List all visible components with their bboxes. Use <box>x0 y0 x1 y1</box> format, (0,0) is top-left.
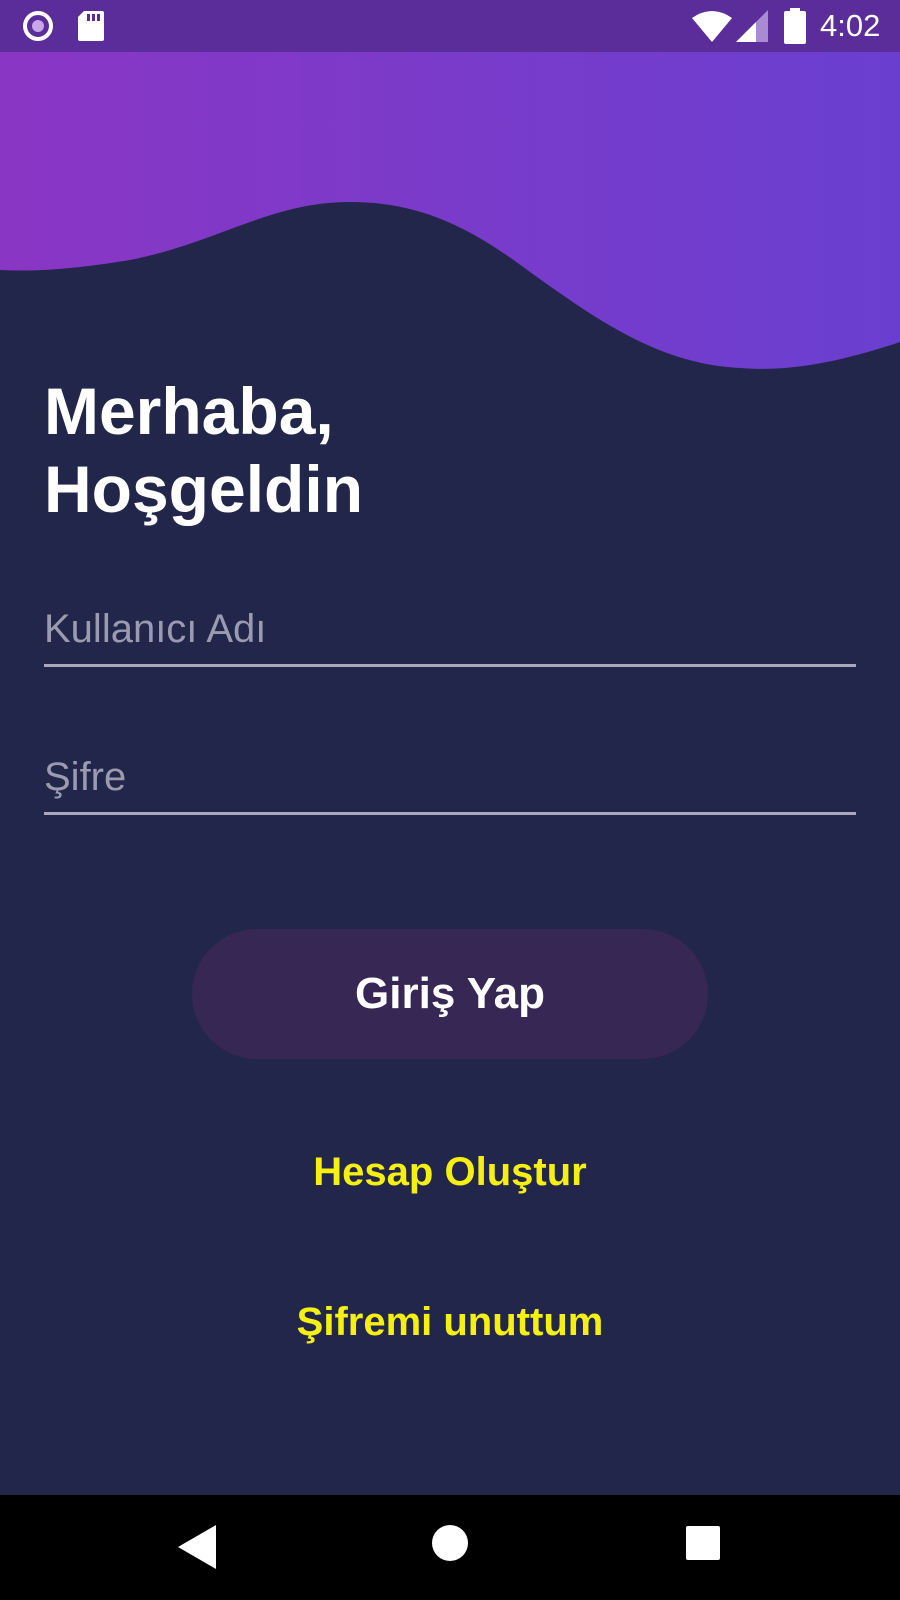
login-screen: 4:02 Merhaba, Hoşgeldin Giriş Yap Hesap … <box>0 0 900 1600</box>
greeting-title: Merhaba, Hoşgeldin <box>44 372 363 528</box>
status-bar: 4:02 <box>0 0 900 52</box>
battery-icon <box>784 8 806 44</box>
back-icon[interactable] <box>178 1525 216 1569</box>
forgot-password-link[interactable]: Şifremi unuttum <box>0 1300 900 1345</box>
recent-apps-icon[interactable] <box>686 1526 720 1560</box>
greeting-line-1: Merhaba, <box>44 374 334 448</box>
username-input[interactable] <box>44 594 856 664</box>
notification-circle-icon <box>23 11 53 41</box>
greeting-line-2: Hoşgeldin <box>44 452 364 526</box>
header-wave <box>0 52 900 369</box>
create-account-link[interactable]: Hesap Oluştur <box>0 1150 900 1195</box>
navigation-bar <box>0 1495 900 1600</box>
home-icon[interactable] <box>432 1525 468 1561</box>
password-field-container <box>44 742 856 815</box>
signal-icon <box>736 10 768 42</box>
status-time: 4:02 <box>820 8 881 43</box>
username-field-container <box>44 594 856 667</box>
login-button[interactable]: Giriş Yap <box>192 929 708 1059</box>
password-input[interactable] <box>44 742 856 812</box>
wifi-icon <box>692 11 732 42</box>
sd-card-icon <box>78 11 104 41</box>
